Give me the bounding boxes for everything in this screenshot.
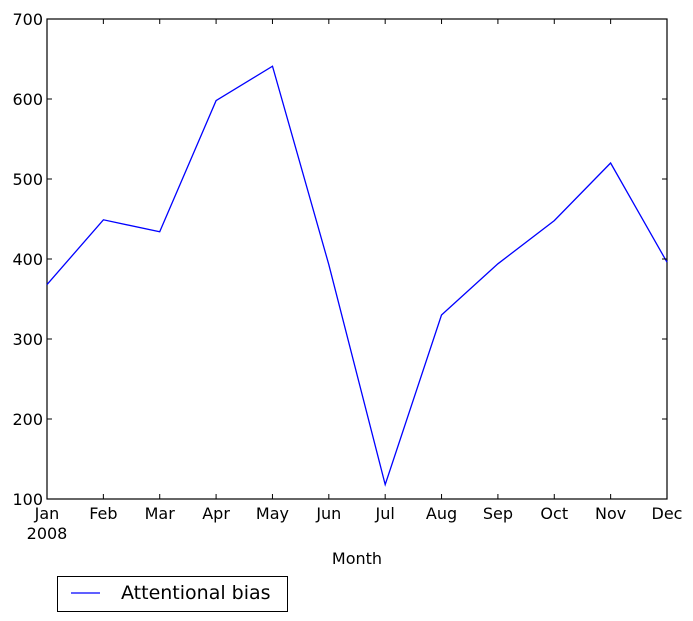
- x-tick-label: May: [256, 504, 289, 523]
- x-axis-label: Month: [332, 549, 382, 568]
- y-tick-label: 200: [12, 410, 43, 429]
- x-tick-label: Sep: [483, 504, 513, 523]
- y-tick-label: 500: [12, 170, 43, 189]
- x-tick-label: Jul: [375, 504, 395, 523]
- series-layer: [46, 65, 668, 487]
- y-tick-label: 600: [12, 90, 43, 109]
- x-tick-label: Feb: [89, 504, 117, 523]
- y-tick-label: 300: [12, 330, 43, 349]
- legend-label: Attentional bias: [121, 582, 271, 604]
- x-axis: Jan Feb Mar Apr May Jun Jul Aug Sep Oct Nov Dec 2008: [27, 19, 683, 543]
- x-tick-label: Jan: [34, 504, 60, 523]
- x-tick-label: Apr: [202, 504, 230, 523]
- y-tick-label: 400: [12, 250, 43, 269]
- plot-frame: [46, 18, 668, 500]
- x-tick-label: Jun: [315, 504, 341, 523]
- x-tick-label: Nov: [595, 504, 626, 523]
- x-tick-label: Aug: [426, 504, 457, 523]
- line-chart: 100200300400500600700 Jan Feb Mar Apr May Jun…: [12, 10, 683, 612]
- y-tick-label: 700: [12, 10, 43, 29]
- y-axis: 100200300400500600700: [12, 10, 667, 509]
- x-tick-label: Mar: [145, 504, 176, 523]
- x-year-label: 2008: [27, 524, 68, 543]
- series-line-0: [46, 65, 668, 487]
- x-tick-label: Dec: [652, 504, 683, 523]
- plot-area: [46, 18, 668, 500]
- x-tick-label: Oct: [540, 504, 568, 523]
- legend[interactable]: Attentional bias: [57, 576, 288, 612]
